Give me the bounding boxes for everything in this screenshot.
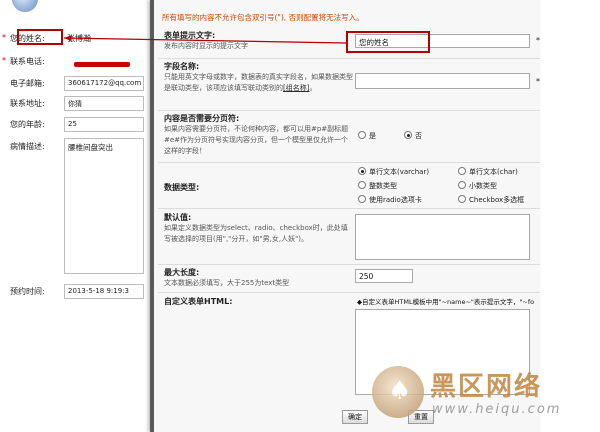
watermark: ♠ 黑区网络 www.heiqu.com xyxy=(372,366,596,428)
radio-float[interactable] xyxy=(458,181,466,189)
row-default-value: 默认值: 如果定义数据类型为select、radio、checkbox时，此处填… xyxy=(158,208,540,264)
type-varchar-label: 单行文本(varchar) xyxy=(369,168,430,176)
email-label: 电子邮箱: xyxy=(10,79,45,88)
type-checkbox-label: Checkbox多选框 xyxy=(469,196,525,204)
address-label: 联系地址: xyxy=(10,99,45,108)
paging-title: 内容是否需要分页符: xyxy=(164,114,240,123)
appointment-field[interactable]: 2013-5-18 9:19:3 xyxy=(64,284,144,299)
prompt-desc: 发布内容时显示的提示文字 xyxy=(164,42,248,50)
default-value-textarea[interactable] xyxy=(355,214,530,260)
site-logo xyxy=(12,0,38,12)
field-name-desc-end: 。 xyxy=(309,84,317,92)
max-length-title: 最大长度: xyxy=(164,268,200,277)
field-name-desc: 只能用英文字母或数字，数据表的真实字段名，如果数据类型是联动类型，该项应该填写联… xyxy=(164,72,354,94)
required-marker: * xyxy=(2,33,6,42)
paging-desc: 如果内容需要分页符，不论何种内容，都可以用#p#副标题#e#作为分页符号实现内容… xyxy=(164,125,349,155)
radio-radio[interactable] xyxy=(358,195,366,203)
prompt-title: 表单提示文字: xyxy=(164,31,216,40)
row-data-type: 数据类型: 单行文本(varchar) 单行文本(char) 整数类型 小数类型… xyxy=(158,162,540,208)
radio-checkbox[interactable] xyxy=(458,195,466,203)
type-float-option[interactable]: 小数类型 xyxy=(458,181,497,191)
form-row-appointment: 预约时间: 2013-5-18 9:19:3 xyxy=(0,284,150,302)
group-name-link[interactable]: [组名称] xyxy=(283,84,309,92)
type-char-option[interactable]: 单行文本(char) xyxy=(458,167,518,177)
left-form-preview: * 您的姓名: 张博瀚 * 联系电话: 电子邮箱: 360617172@qq.c… xyxy=(0,0,150,432)
max-length-input[interactable]: 250 xyxy=(355,269,413,283)
phone-redaction-mark xyxy=(74,62,130,67)
watermark-url: www.heiqu.com xyxy=(432,402,562,417)
custom-html-title: 自定义表单HTML: xyxy=(164,297,233,306)
row-max-length: 最大长度: 文本数据必须填写，大于255为text类型 250 xyxy=(158,264,540,292)
form-row-age: 您的年龄: 25 xyxy=(0,117,150,135)
type-varchar-option[interactable]: 单行文本(varchar) xyxy=(358,167,429,177)
field-name-title: 字段名称: xyxy=(164,62,200,71)
radio-yes[interactable] xyxy=(358,131,366,139)
paging-no-label: 否 xyxy=(415,132,422,140)
type-float-label: 小数类型 xyxy=(469,182,497,190)
type-checkbox-option[interactable]: Checkbox多选框 xyxy=(458,195,524,205)
notice-text: 所有填写的内容不允许包含双引号("), 否则配置将无法写入。 xyxy=(162,13,364,22)
paging-yes-option[interactable]: 是 xyxy=(358,131,376,141)
required-marker: * xyxy=(536,36,540,45)
annotation-box-name xyxy=(17,29,63,45)
radio-no[interactable] xyxy=(404,131,412,139)
type-char-label: 单行文本(char) xyxy=(469,168,518,176)
age-label: 您的年龄: xyxy=(10,120,45,129)
paging-no-option[interactable]: 否 xyxy=(404,131,422,141)
watermark-title: 黑区网络 xyxy=(430,372,543,402)
row-field-name: 字段名称: 只能用英文字母或数字，数据表的真实字段名，如果数据类型是联动类型，该… xyxy=(158,58,540,110)
condition-label: 病情描述: xyxy=(10,142,45,151)
email-field[interactable]: 360617172@qq.com xyxy=(64,76,144,91)
default-title: 默认值: xyxy=(164,213,192,222)
annotation-box-prompt xyxy=(346,31,430,53)
radio-char[interactable] xyxy=(458,167,466,175)
address-field[interactable]: 你猜 xyxy=(64,96,144,111)
mushroom-logo-icon: ♠ xyxy=(372,366,424,418)
type-radio-option[interactable]: 使用radio选项卡 xyxy=(358,195,422,205)
age-field[interactable]: 25 xyxy=(64,117,144,132)
type-int-option[interactable]: 整数类型 xyxy=(358,181,397,191)
type-int-label: 整数类型 xyxy=(369,182,397,190)
form-row-address: 联系地址: 你猜 xyxy=(0,96,150,114)
confirm-button[interactable]: 确定 xyxy=(342,410,368,424)
radio-varchar[interactable] xyxy=(358,167,366,175)
field-name-desc-text: 只能用英文字母或数字，数据表的真实字段名，如果数据类型是联动类型，该项应该填写联… xyxy=(164,73,353,92)
radio-int[interactable] xyxy=(358,181,366,189)
default-desc: 如果定义数据类型为select、radio、checkbox时，此处填写被选择的… xyxy=(164,224,348,243)
phone-label: 联系电话: xyxy=(10,57,45,66)
appointment-label: 预约时间: xyxy=(10,287,45,296)
max-length-desc: 文本数据必须填写，大于255为text类型 xyxy=(164,279,290,287)
type-radio-label: 使用radio选项卡 xyxy=(369,196,422,204)
custom-html-hint: ◆自定义表单HTML模板中用"~name~"表示提示文字，"~fo xyxy=(357,298,535,306)
form-row-email: 电子邮箱: 360617172@qq.com xyxy=(0,76,150,94)
required-marker: * xyxy=(536,77,540,86)
row-paging: 内容是否需要分页符: 如果内容需要分页符，不论何种内容，都可以用#p#副标题#e… xyxy=(158,110,540,162)
paging-yes-label: 是 xyxy=(369,132,376,140)
required-marker: * xyxy=(2,56,6,65)
data-type-title: 数据类型: xyxy=(164,183,200,192)
condition-textarea[interactable]: 腰椎间盘突出 xyxy=(64,138,144,274)
field-name-input[interactable] xyxy=(355,73,530,89)
name-field[interactable]: 张博瀚 xyxy=(64,31,144,46)
